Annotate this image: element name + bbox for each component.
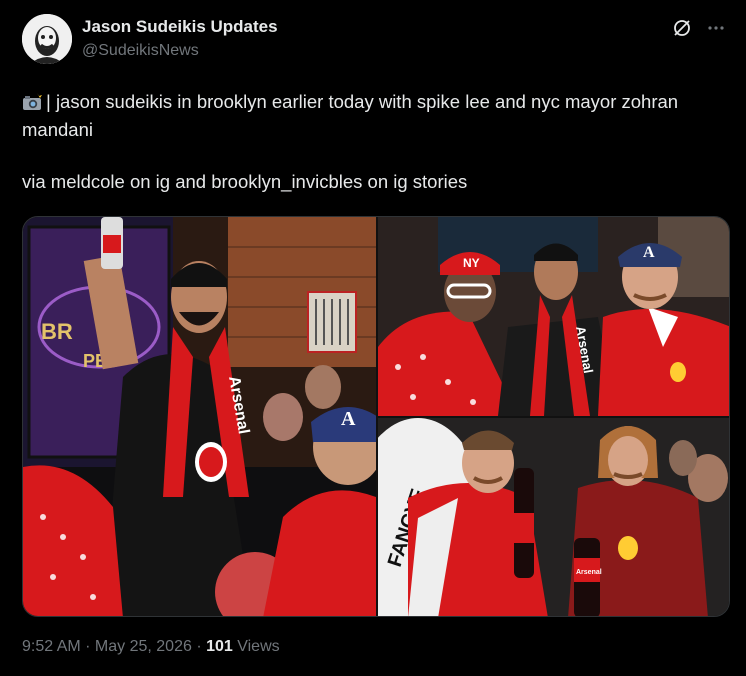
avatar[interactable] [22,14,72,64]
photo-3-bottle-text: Arsenal [576,569,602,576]
avatar-image [22,14,72,64]
tweet-body: | jason sudeikis in brooklyn earlier tod… [22,88,727,196]
views-label: Views [232,638,280,655]
tweet-text-line-1: | jason sudeikis in brooklyn earlier tod… [22,91,679,140]
photo-1[interactable]: BR PE Arsenal A [23,217,376,616]
svg-text:A: A [643,244,655,261]
views-count: 101 [206,638,233,655]
camera-flash-emoji [22,91,42,110]
meta-separator: · [191,638,207,655]
tweet-time[interactable]: 9:52 AM [22,638,81,655]
photo-2[interactable]: NY Arsenal A [378,217,729,416]
photo-2-cap-text: NY [463,256,480,270]
photo-1-image: BR PE Arsenal A [23,217,376,616]
author-handle[interactable]: @SudeikisNews [82,42,199,60]
media-grid: BR PE Arsenal A NY Arsenal A FANCYF Arse… [22,216,730,617]
header-actions [672,18,726,41]
photo-1-sign-a: BR [41,319,73,344]
tweet-line-1: | jason sudeikis in brooklyn earlier tod… [22,88,727,144]
photo-3[interactable]: FANCYF Arsenal [378,418,729,616]
more-icon[interactable] [706,18,726,41]
meta-separator: · [80,638,95,655]
tweet-date[interactable]: May 25, 2026 [95,638,192,655]
photo-3-image: FANCYF Arsenal [378,418,729,616]
author-name[interactable]: Jason Sudeikis Updates [82,17,278,37]
tweet-text-line-2: via meldcole on ig and brooklyn_invicble… [22,171,468,192]
tweet-meta: 9:52 AM · May 25, 2026 · 101 Views [22,638,280,656]
grok-icon[interactable] [672,18,692,41]
svg-text:A: A [341,408,356,430]
photo-2-image: NY Arsenal A [378,217,729,416]
